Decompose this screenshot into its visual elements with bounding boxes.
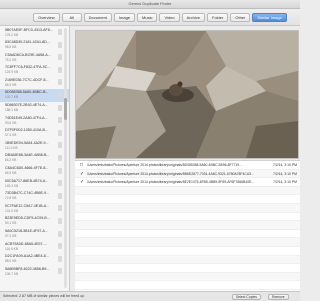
group-count-badge [58, 268, 62, 275]
group-count-badge [58, 117, 62, 124]
group-count-badge [58, 142, 62, 149]
file-checkbox[interactable]: ✓ [80, 179, 84, 185]
preview-photo [76, 31, 298, 158]
group-count-badge [58, 129, 62, 136]
group-count-badge [58, 255, 62, 262]
duplicate-group-item[interactable]: 5A6B9BF8-8222-4658-B9... 105.7 KB [0, 265, 69, 278]
toolbar: Overview All Document Image Music Video Archiv… [0, 9, 300, 26]
group-count-badge [58, 243, 62, 250]
duplicate-group-item[interactable]: C5AAD6CA-BC9E-4A58-A... 75.2 KB [0, 51, 69, 64]
table-row [75, 213, 300, 222]
file-path: /Users/imbzbako/Pictures/Aperture 2014.p… [87, 163, 242, 167]
tab-image[interactable]: Image [113, 13, 136, 22]
group-count-badge [58, 230, 62, 237]
group-count-badge [58, 154, 62, 161]
duplicate-group-item[interactable]: 83C48D30-2181-42A1-8D... 98.5 KB [0, 39, 69, 52]
duplicate-group-item[interactable]: D7F0F0D2-1050-410A-B... 57.4 KB [0, 127, 69, 140]
duplicate-group-name: 5B07AE5F-BFC0-4313-AF8... [5, 27, 53, 32]
file-date: 7/2/14, 3:10 PM [273, 163, 297, 167]
duplicate-group-item[interactable]: ACB79A0D-88A5-4E57-... 116.6 KB [0, 240, 69, 253]
image-preview [75, 30, 299, 159]
group-count-badge [58, 180, 62, 187]
duplicate-group-item[interactable]: 73D3B47C-C74C-4B6E-9... 72.8 KB [0, 190, 69, 203]
table-row [75, 203, 300, 213]
tab-music[interactable]: Music [137, 13, 158, 22]
table-row[interactable]: ✓/Users/imbzbako/Pictures/Aperture 2014.… [75, 178, 300, 187]
tab-other[interactable]: Other [230, 13, 251, 22]
sidebar-scrollbar-thumb[interactable] [64, 98, 67, 120]
group-count-badge [58, 29, 62, 35]
duplicate-group-item[interactable]: 1B9EDE04-5A54-4A2E-9... 111.0 KB [0, 139, 69, 152]
duplicate-group-item[interactable]: 2169E036-7C7C-4DCF-8... 68.3 KB [0, 76, 69, 89]
table-row [75, 272, 300, 282]
group-count-badge [58, 167, 62, 174]
duplicate-files-table: □ /Users/imbzbako/Pictures/Aperture 2014.… [75, 160, 300, 292]
title-bar: Gemini Duplicate Finder [0, 0, 300, 9]
table-row [75, 195, 300, 204]
remove-button[interactable]: Remove [268, 293, 289, 300]
duplicate-group-item[interactable]: 0C7FAE12-C5A7-4E1B-A... 131.5 KB [0, 202, 69, 215]
tab-similar-image[interactable]: Similar Image [252, 13, 287, 22]
table-row [75, 264, 300, 273]
file-path: /Users/imbzbako/Pictures/Aperture 2014.p… [87, 180, 255, 185]
duplicate-group-item[interactable]: 5A0C5218-3B1E-4F57-A... 97.4 KB [0, 228, 69, 241]
sidebar-scrollbar[interactable] [64, 28, 67, 288]
tab-all[interactable]: All [61, 13, 82, 22]
duplicate-group-item[interactable]: C8A4C6D0-4666-4F7E-8... 66.9 KB [0, 165, 69, 178]
table-row [75, 281, 300, 290]
file-date: 7/2/14, 3:10 PM [273, 180, 297, 185]
duplicate-group-item[interactable]: 5D085358-5A60-4BBC-B... 102.7 KB [0, 88, 69, 102]
group-count-badge [58, 192, 62, 199]
tab-video[interactable]: Video [159, 13, 180, 22]
file-path: /Users/imbzbako/Pictures/Aperture 2014.p… [87, 171, 254, 176]
table-row[interactable]: □ /Users/imbzbako/Pictures/Aperture 2014.… [75, 161, 300, 170]
file-date: 7/2/14, 3:10 PM [273, 171, 297, 176]
table-row[interactable]: ✓/Users/imbzbako/Pictures/Aperture 2014.… [75, 169, 300, 179]
tab-archive[interactable]: Archive [181, 13, 205, 22]
group-count-badge [58, 41, 62, 48]
tab-document[interactable]: Document [83, 13, 112, 22]
duplicate-group-item[interactable]: 5D86307E-2B92-4E74-A... 188.1 KB [0, 102, 69, 115]
duplicate-groups-sidebar: 5B07AE5F-BFC0-4313-AF8... 178.2 KB 83C48D3… [0, 26, 70, 291]
duplicate-group-item[interactable]: 74D51E49-2A80-47F4-A... 93.6 KB [0, 114, 69, 127]
group-count-badge [58, 91, 62, 98]
duplicate-group-item[interactable]: 00C5A717-86EB-4B74-A... 145.3 KB [0, 177, 69, 190]
group-count-badge [58, 79, 62, 86]
tab-overview[interactable]: Overview [33, 13, 60, 22]
duplicate-group-item[interactable]: 7C8FF7C6-F832-47FA-9C... 124.9 KB [0, 64, 69, 77]
file-checkbox[interactable]: ✓ [80, 171, 84, 177]
table-row [75, 255, 300, 265]
duplicate-group-item[interactable]: 5B07AE5F-BFC0-4313-AF8... 178.2 KB [0, 26, 69, 39]
category-tabs: Overview All Document Image Music Video Archiv… [33, 13, 287, 22]
table-row [75, 186, 300, 196]
duplicate-groups-list: 5B07AE5F-BFC0-4313-AF8... 178.2 KB 83C48D3… [0, 26, 69, 278]
duplicate-group-item[interactable]: B23E9ED5-CDF5-4C09-B... 59.1 KB [0, 215, 69, 228]
table-row [75, 230, 300, 239]
group-count-badge [58, 66, 62, 73]
group-count-badge [58, 54, 62, 61]
table-row [75, 221, 300, 230]
table-row [75, 238, 300, 247]
tab-folder[interactable]: Folder [207, 13, 229, 22]
duplicate-group-item[interactable]: DB4A5E88-3A4E-4AB6-B... 84.2 KB [0, 152, 69, 165]
duplicate-group-item[interactable]: D2C1FA09-A1A2-4BE4-8... 88.0 KB [0, 253, 69, 266]
group-count-badge [58, 205, 62, 212]
file-checkbox[interactable]: □ [80, 162, 83, 168]
group-count-badge [58, 104, 62, 111]
window-title: Gemini Duplicate Finder [128, 1, 172, 6]
group-count-badge [58, 217, 62, 224]
select-copies-button[interactable]: Select Copies [232, 293, 261, 300]
table-row [75, 247, 300, 256]
